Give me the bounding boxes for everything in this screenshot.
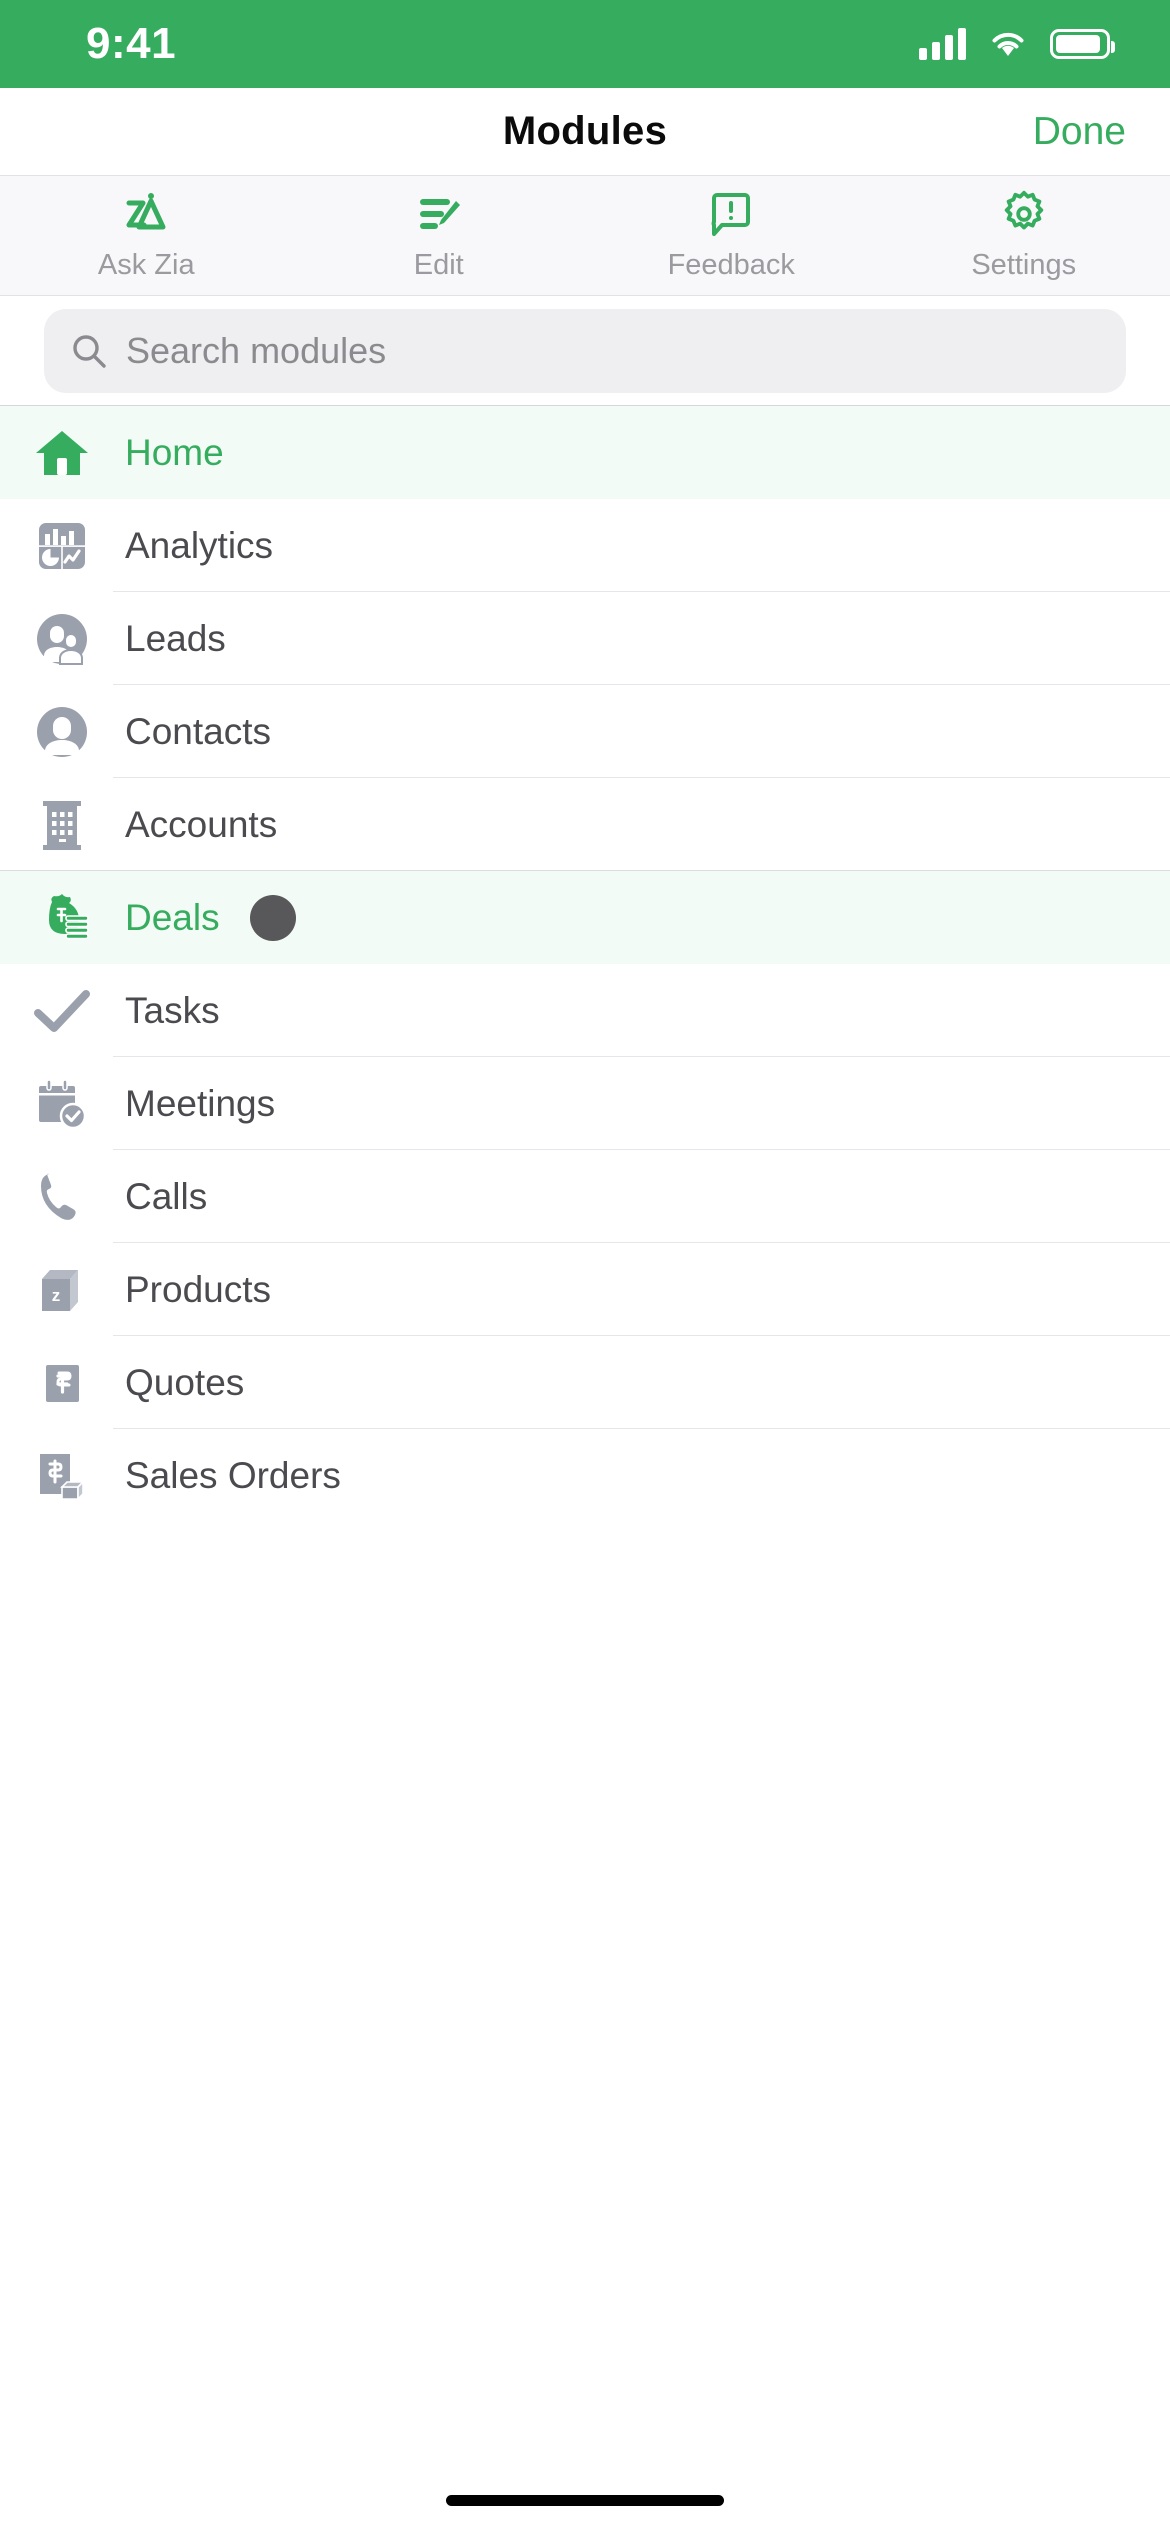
toolbar-item-settings[interactable]: Settings <box>878 189 1170 282</box>
battery-icon <box>1050 29 1115 59</box>
list-item-label: Deals <box>125 896 220 938</box>
page-title: Modules <box>502 109 668 153</box>
cellular-signal-icon <box>919 28 966 60</box>
action-toolbar: Ask Zia Edit Feedback Settings <box>0 176 1170 296</box>
list-item-sales-orders[interactable]: Sales Orders <box>0 1429 1170 1522</box>
status-bar: 9:41 <box>0 0 1170 88</box>
deals-icon <box>12 892 112 944</box>
list-item-tasks[interactable]: Tasks <box>0 964 1170 1057</box>
tasks-check-icon <box>12 988 112 1034</box>
toolbar-label-ask-zia: Ask Zia <box>97 249 195 281</box>
search-bar-container: Search modules <box>0 296 1170 406</box>
list-item-deals[interactable]: Deals <box>0 871 1170 964</box>
list-item-label: Contacts <box>125 710 272 752</box>
modules-list[interactable]: Home Analytics Leads Contacts Accounts D… <box>0 406 1170 2468</box>
toolbar-item-feedback[interactable]: Feedback <box>585 189 878 282</box>
meetings-icon <box>12 1077 112 1131</box>
gear-icon <box>998 189 1050 239</box>
list-item-label: Meetings <box>125 1082 276 1124</box>
accounts-icon <box>12 798 112 852</box>
leads-icon <box>12 612 112 666</box>
sales-orders-icon <box>12 1449 112 1503</box>
list-item-meetings[interactable]: Meetings <box>0 1057 1170 1150</box>
nav-bar: Modules Done <box>0 88 1170 176</box>
list-item-label: Products <box>125 1268 272 1310</box>
status-time: 9:41 <box>86 19 177 68</box>
list-item-leads[interactable]: Leads <box>0 592 1170 685</box>
toolbar-item-edit[interactable]: Edit <box>293 189 586 282</box>
list-item-label: Analytics <box>125 524 274 566</box>
toolbar-label-feedback: Feedback <box>667 249 795 281</box>
toolbar-label-edit: Edit <box>413 249 464 281</box>
list-item-home[interactable]: Home <box>0 406 1170 499</box>
wifi-icon <box>992 32 1024 56</box>
home-indicator-area <box>0 2468 1170 2532</box>
list-item-calls[interactable]: Calls <box>0 1150 1170 1243</box>
toolbar-item-ask-zia[interactable]: Ask Zia <box>0 189 293 282</box>
list-item-label: Accounts <box>125 803 278 845</box>
list-item-label: Calls <box>125 1175 208 1217</box>
status-icons <box>919 28 1115 60</box>
search-placeholder: Search modules <box>126 329 387 371</box>
calls-phone-icon <box>12 1170 112 1224</box>
done-button[interactable]: Done <box>1033 110 1126 154</box>
phone-screen: 9:41 Modules Done Ask Zia Edit Feedback … <box>0 0 1170 2532</box>
quotes-icon <box>12 1357 112 1409</box>
ask-zia-icon <box>119 189 173 239</box>
touch-indicator-dot <box>249 894 296 941</box>
list-item-label: Sales Orders <box>125 1454 341 1496</box>
feedback-bubble-icon <box>705 189 757 239</box>
list-item-accounts[interactable]: Accounts <box>0 778 1170 871</box>
contacts-icon <box>12 705 112 759</box>
list-item-analytics[interactable]: Analytics <box>0 499 1170 592</box>
list-item-label: Quotes <box>125 1361 245 1403</box>
home-icon <box>12 427 112 479</box>
svg-text:z: z <box>52 1286 61 1305</box>
products-box-icon: z <box>12 1264 112 1316</box>
toolbar-label-settings: Settings <box>971 249 1077 281</box>
list-item-contacts[interactable]: Contacts <box>0 685 1170 778</box>
analytics-icon <box>12 520 112 572</box>
home-indicator[interactable] <box>446 2494 724 2506</box>
list-item-products[interactable]: z Products <box>0 1243 1170 1336</box>
edit-list-icon <box>412 189 466 239</box>
search-input[interactable]: Search modules <box>44 308 1126 393</box>
list-item-label: Home <box>125 431 224 473</box>
search-icon <box>73 334 106 368</box>
list-item-quotes[interactable]: Quotes <box>0 1336 1170 1429</box>
list-item-label: Tasks <box>125 989 220 1031</box>
list-item-label: Leads <box>125 617 226 659</box>
